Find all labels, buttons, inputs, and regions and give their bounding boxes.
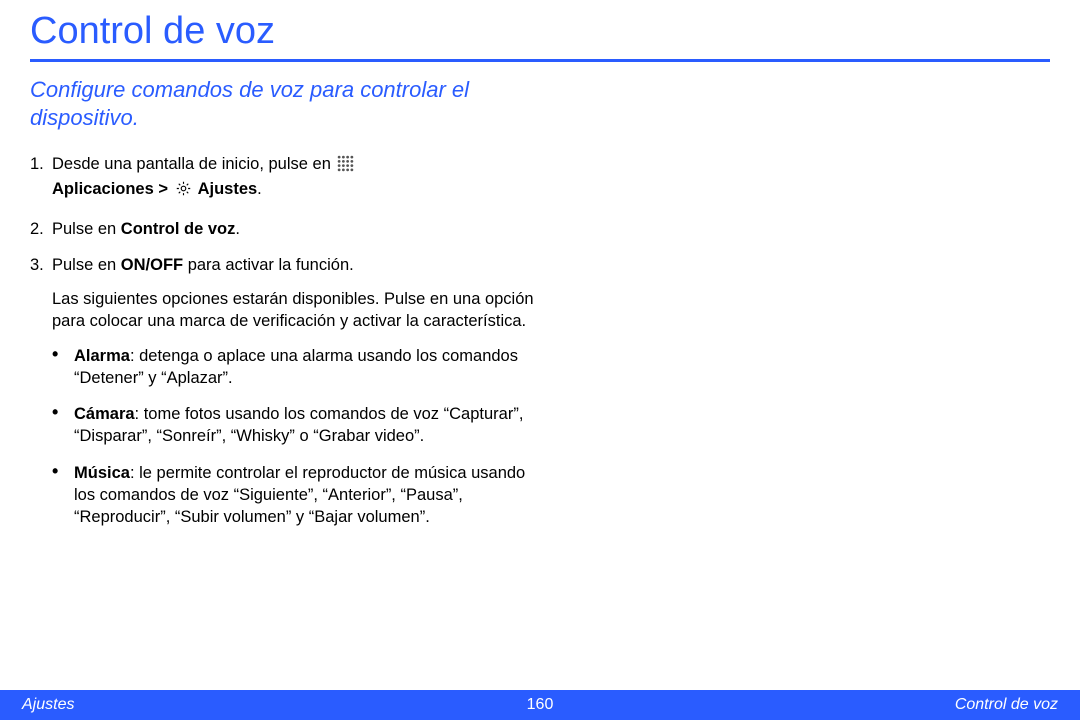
page-footer: Ajustes 160 Control de voz [0,690,1080,720]
option-text: : le permite controlar el reproductor de… [74,464,525,527]
page-subtitle: Configure comandos de voz para controlar… [30,76,550,131]
step-text: . [257,180,262,198]
step-text: . [235,220,240,238]
steps-list: 1. Desde una pantalla de inicio, pulse e… [30,153,550,528]
option-label: Cámara [74,405,135,423]
step-1: 1. Desde una pantalla de inicio, pulse e… [30,153,550,204]
option-camera: Cámara: tome fotos usando los comandos d… [52,403,550,448]
step-text: Desde una pantalla de inicio, pulse en [52,155,335,173]
step-text: Pulse en [52,220,121,238]
apps-grid-icon [337,155,354,178]
options-list: Alarma: detenga o aplace una alarma usan… [52,345,550,529]
option-label: Música [74,464,130,482]
page-title: Control de voz [30,10,1050,59]
footer-page-number: 160 [0,696,1080,714]
content-body: 1. Desde una pantalla de inicio, pulse e… [30,153,550,528]
step-bold: ON/OFF [121,256,183,274]
step-3: 3. Pulse en ON/OFF para activar la funci… [30,254,550,529]
step-paragraph: Las siguientes opciones estarán disponib… [52,288,550,333]
step-text: Pulse en [52,256,121,274]
title-underline [30,59,1050,62]
step-bold: Aplicaciones > [52,180,173,198]
step-number: 3. [30,254,44,276]
option-music: Música: le permite controlar el reproduc… [52,462,550,529]
option-text: : tome fotos usando los comandos de voz … [74,405,523,445]
step-text: para activar la función. [183,256,354,274]
step-number: 1. [30,153,44,175]
gear-icon [175,180,192,203]
option-alarm: Alarma: detenga o aplace una alarma usan… [52,345,550,390]
step-bold: Ajustes [194,180,258,198]
option-text: : detenga o aplace una alarma usando los… [74,347,518,387]
document-page: Control de voz Configure comandos de voz… [0,0,1080,720]
step-2: 2. Pulse en Control de voz. [30,218,550,240]
step-number: 2. [30,218,44,240]
option-label: Alarma [74,347,130,365]
step-bold: Control de voz [121,220,236,238]
